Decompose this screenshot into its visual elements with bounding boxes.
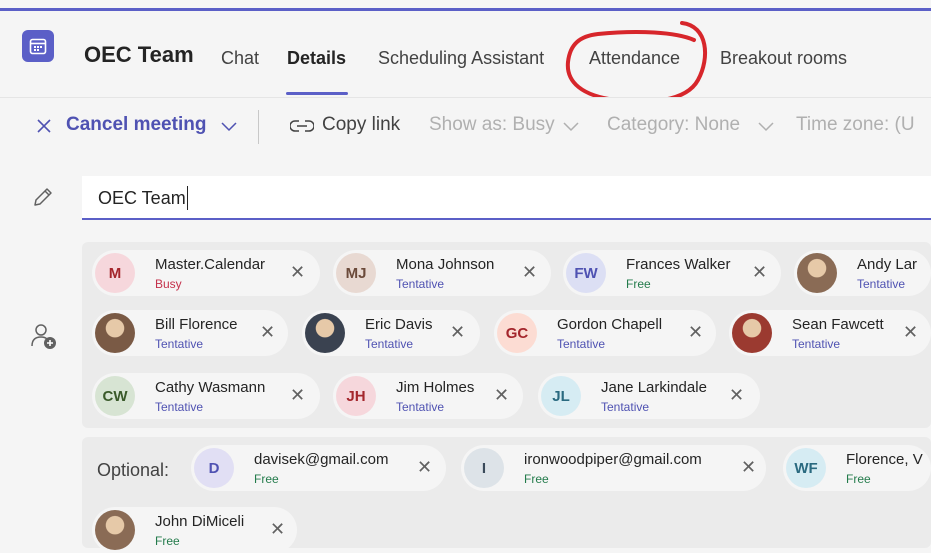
meeting-title: OEC Team — [84, 42, 194, 67]
calendar-icon — [22, 30, 54, 62]
attendee-status: Free — [626, 277, 651, 291]
attendee-name: Frances Walker — [626, 256, 731, 273]
avatar — [732, 313, 772, 353]
attendee-status: Tentative — [601, 400, 650, 414]
remove-attendee-button[interactable]: ✕ — [752, 262, 767, 283]
attendee-status: Tentative — [857, 277, 906, 291]
attendee-name: Mona Johnson — [396, 256, 495, 273]
remove-attendee-button[interactable]: ✕ — [450, 322, 465, 343]
attendee-status: Tentative — [792, 337, 841, 351]
avatar: CW — [95, 376, 135, 416]
attendee-name: Jim Holmes — [396, 379, 475, 396]
remove-attendee-button[interactable]: ✕ — [729, 385, 744, 406]
attendee-status: Free — [524, 472, 549, 486]
avatar — [305, 313, 345, 353]
close-icon — [37, 119, 51, 133]
attendee-status: Free — [155, 534, 180, 548]
optional-label: Optional: — [97, 460, 170, 480]
avatar: M — [95, 253, 135, 293]
attendee-status: Tentative — [396, 277, 445, 291]
remove-attendee-button[interactable]: ✕ — [290, 262, 305, 283]
attendee-status: Tentative — [396, 400, 445, 414]
remove-attendee-button[interactable]: ✕ — [688, 322, 703, 343]
tab-details[interactable]: Details — [287, 48, 346, 69]
attendee-name: ironwoodpiper@gmail.com — [524, 451, 702, 468]
meeting-title-value: OEC Team — [98, 188, 186, 208]
toolbar-divider — [258, 110, 259, 144]
avatar: JL — [541, 376, 581, 416]
timezone-dropdown[interactable]: Time zone: (U — [796, 114, 931, 136]
avatar: D — [194, 448, 234, 488]
avatar — [95, 313, 135, 353]
avatar — [95, 510, 135, 550]
attendee-status: Free — [846, 472, 871, 486]
active-tab-indicator — [286, 92, 348, 95]
red-circle-annotation — [565, 21, 708, 104]
attendee-status: Tentative — [155, 337, 204, 351]
attendee-name: davisek@gmail.com — [254, 451, 389, 468]
avatar: I — [464, 448, 504, 488]
attendee-name: John DiMiceli — [155, 513, 245, 530]
remove-attendee-button[interactable]: ✕ — [270, 519, 285, 540]
copy-link-label: Copy link — [322, 114, 401, 135]
chevron-down-icon — [563, 122, 579, 132]
avatar: GC — [497, 313, 537, 353]
add-person-icon[interactable] — [30, 322, 58, 350]
show-as-label: Show as: Busy — [429, 114, 555, 135]
avatar: MJ — [336, 253, 376, 293]
attendee-name: Master.Calendar — [155, 256, 266, 273]
attendee-name: Eric Davis — [365, 316, 433, 333]
attendee-status: Tentative — [557, 337, 606, 351]
attendee-status: Busy — [155, 277, 182, 291]
tab-chat[interactable]: Chat — [221, 48, 259, 69]
chevron-down-icon — [221, 122, 237, 132]
remove-attendee-button[interactable]: ✕ — [494, 385, 509, 406]
attendee-name: Florence, V — [846, 451, 923, 468]
attendee-status: Free — [254, 472, 279, 486]
remove-attendee-button[interactable]: ✕ — [741, 457, 756, 478]
remove-attendee-button[interactable]: ✕ — [260, 322, 275, 343]
category-label: Category: None — [607, 114, 741, 135]
avatar — [797, 253, 837, 293]
avatar: JH — [336, 376, 376, 416]
attendee-name: Cathy Wasmann — [155, 379, 266, 396]
attendee-name: Bill Florence — [155, 316, 238, 333]
avatar: FW — [566, 253, 606, 293]
remove-attendee-button[interactable]: ✕ — [417, 457, 432, 478]
remove-attendee-button[interactable]: ✕ — [290, 385, 305, 406]
chevron-down-icon — [758, 122, 774, 132]
tab-scheduling-assistant[interactable]: Scheduling Assistant — [378, 48, 544, 69]
attendee-name: Andy Lar — [857, 256, 918, 273]
text-caret — [187, 186, 188, 210]
attendee-name: Jane Larkindale — [601, 379, 707, 396]
remove-attendee-button[interactable]: ✕ — [522, 262, 537, 283]
tab-breakout-rooms[interactable]: Breakout rooms — [720, 48, 847, 69]
pencil-icon — [34, 188, 52, 206]
avatar: WF — [786, 448, 826, 488]
meeting-title-input[interactable]: OEC Team — [82, 176, 931, 220]
attendee-name: Sean Fawcett — [792, 316, 884, 333]
cancel-meeting-label: Cancel meeting — [66, 114, 207, 135]
attendee-status: Tentative — [365, 337, 414, 351]
attendee-status: Tentative — [155, 400, 204, 414]
attendee-name: Gordon Chapell — [557, 316, 663, 333]
remove-attendee-button[interactable]: ✕ — [903, 322, 918, 343]
link-icon — [290, 120, 314, 132]
